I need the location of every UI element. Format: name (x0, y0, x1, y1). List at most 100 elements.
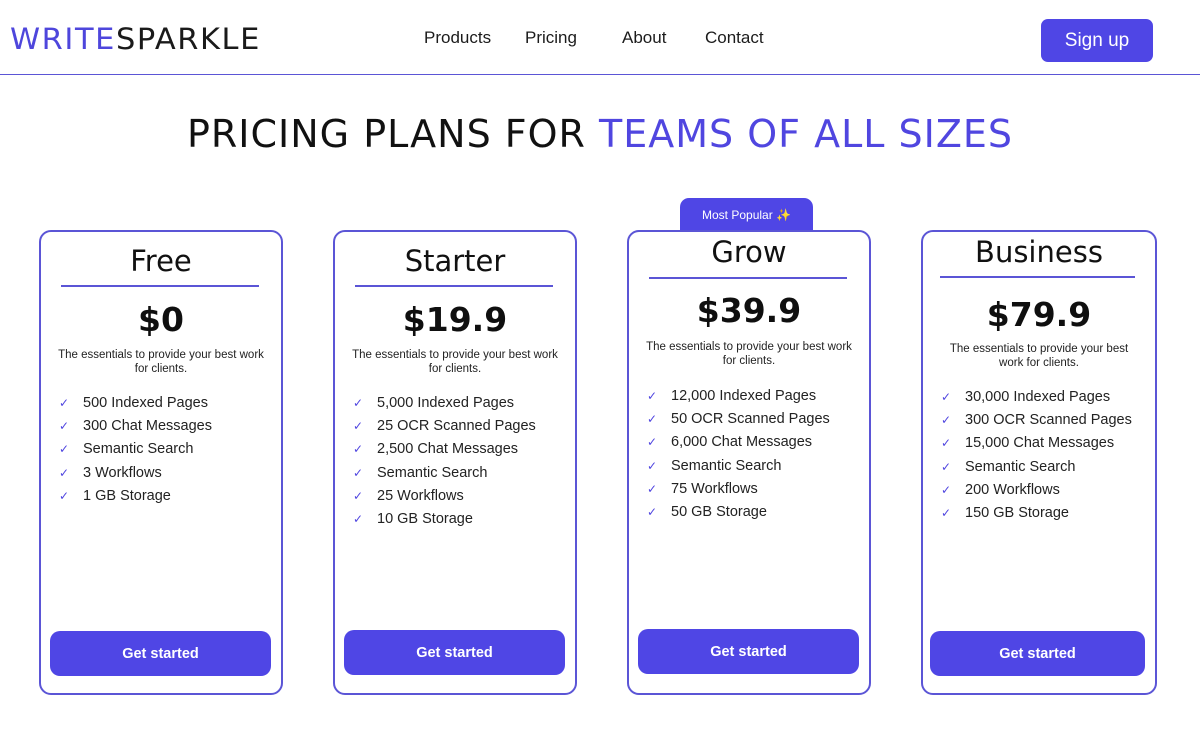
feature-item: ✓ 300 Chat Messages (59, 414, 271, 437)
check-icon: ✓ (647, 505, 658, 520)
feature-list: ✓ 30,000 Indexed Pages ✓ 300 OCR Scanned P… (941, 385, 1145, 525)
feature-item: ✓ 15,000 Chat Messages (941, 432, 1145, 455)
feature-label: 25 Workflows (377, 487, 464, 504)
check-icon: ✓ (59, 418, 70, 433)
check-icon: ✓ (353, 488, 364, 503)
feature-item: ✓ Semantic Search (647, 454, 859, 477)
get-started-button[interactable]: Get started (930, 631, 1145, 676)
get-started-button[interactable]: Get started (50, 631, 271, 676)
plan-card-free: Free $0 The essentials to provide your b… (39, 230, 283, 695)
nav-about[interactable]: About (622, 28, 666, 48)
page-title-part2: TEAMS OF ALL SIZES (599, 112, 1013, 156)
nav-products[interactable]: Products (424, 28, 491, 48)
check-icon: ✓ (941, 412, 952, 427)
check-icon: ✓ (59, 442, 70, 457)
feature-label: 10 GB Storage (377, 511, 473, 528)
feature-item: ✓ 6,000 Chat Messages (647, 431, 859, 454)
feature-label: 50 GB Storage (671, 504, 767, 521)
feature-item: ✓ 200 Workflows (941, 478, 1145, 501)
feature-item: ✓ 2,500 Chat Messages (353, 438, 565, 461)
plan-divider (649, 277, 847, 279)
feature-list: ✓ 12,000 Indexed Pages ✓ 50 OCR Scanned Pa… (647, 384, 859, 524)
feature-label: 12,000 Indexed Pages (671, 387, 817, 404)
check-icon: ✓ (941, 436, 952, 451)
feature-item: ✓ 150 GB Storage (941, 501, 1145, 524)
check-icon: ✓ (941, 459, 952, 474)
feature-item: ✓ 25 Workflows (353, 484, 565, 507)
feature-item: ✓ Semantic Search (941, 455, 1145, 478)
feature-label: Semantic Search (83, 441, 194, 458)
check-icon: ✓ (647, 411, 658, 426)
site-header: WRITESPARKLE Products Pricing About Cont… (0, 0, 1200, 75)
feature-item: ✓ 300 OCR Scanned Pages (941, 408, 1145, 431)
feature-item: ✓ 30,000 Indexed Pages (941, 385, 1145, 408)
feature-item: ✓ 12,000 Indexed Pages (647, 384, 859, 407)
check-icon: ✓ (941, 482, 952, 497)
feature-list: ✓ 5,000 Indexed Pages ✓ 25 OCR Scanned Pag… (353, 391, 565, 531)
feature-label: 25 OCR Scanned Pages (377, 417, 536, 434)
feature-label: Semantic Search (671, 457, 782, 474)
check-icon: ✓ (59, 465, 70, 480)
feature-label: 150 GB Storage (965, 505, 1069, 522)
feature-item: ✓ 500 Indexed Pages (59, 391, 271, 414)
feature-label: 15,000 Chat Messages (965, 435, 1115, 452)
feature-label: Semantic Search (377, 464, 488, 481)
feature-label: 300 OCR Scanned Pages (965, 411, 1132, 428)
feature-label: Semantic Search (965, 458, 1076, 475)
feature-item: ✓ 5,000 Indexed Pages (353, 391, 565, 414)
feature-label: 30,000 Indexed Pages (965, 388, 1111, 405)
check-icon: ✓ (941, 506, 952, 521)
feature-item: ✓ 25 OCR Scanned Pages (353, 414, 565, 437)
check-icon: ✓ (941, 389, 952, 404)
signup-button[interactable]: Sign up (1041, 19, 1153, 62)
plan-description: The essentials to provide your best work… (646, 341, 852, 367)
plan-card-business: Business $79.9 The essentials to provide… (921, 230, 1157, 695)
get-started-button[interactable]: Get started (344, 630, 565, 675)
check-icon: ✓ (59, 395, 70, 410)
page-title: PRICING PLANS FOR TEAMS OF ALL SIZES (0, 112, 1200, 156)
check-icon: ✓ (59, 488, 70, 503)
check-icon: ✓ (353, 395, 364, 410)
check-icon: ✓ (647, 458, 658, 473)
feature-item: ✓ 50 OCR Scanned Pages (647, 407, 859, 430)
feature-item: ✓ 10 GB Storage (353, 507, 565, 530)
feature-label: 6,000 Chat Messages (671, 434, 813, 451)
feature-item: ✓ 75 Workflows (647, 477, 859, 500)
plan-card-starter: Starter $19.9 The essentials to provide … (333, 230, 577, 695)
plan-price: $79.9 (986, 295, 1092, 334)
feature-label: 500 Indexed Pages (83, 394, 208, 411)
check-icon: ✓ (647, 388, 658, 403)
main-nav: Products Pricing About Contact (0, 28, 1200, 50)
feature-label: 200 Workflows (965, 481, 1060, 498)
plan-card-grow: Grow $39.9 The essentials to provide you… (627, 230, 871, 695)
feature-item: ✓ 50 GB Storage (647, 500, 859, 523)
feature-item: ✓ Semantic Search (59, 438, 271, 461)
plan-price: $19.9 (402, 300, 508, 339)
feature-label: 300 Chat Messages (83, 417, 212, 434)
plan-description: The essentials to provide your best work… (58, 349, 264, 375)
check-icon: ✓ (647, 481, 658, 496)
get-started-button[interactable]: Get started (638, 629, 859, 674)
plan-price: $39.9 (696, 291, 802, 330)
most-popular-badge: Most Popular ✨ (680, 198, 813, 232)
nav-pricing[interactable]: Pricing (525, 28, 577, 48)
plan-divider (355, 285, 553, 287)
plan-description: The essentials to provide your best work… (949, 343, 1129, 369)
feature-label: 50 OCR Scanned Pages (671, 410, 830, 427)
nav-contact[interactable]: Contact (705, 28, 764, 48)
plan-name: Starter (404, 244, 506, 278)
check-icon: ✓ (353, 512, 364, 527)
check-icon: ✓ (353, 418, 364, 433)
check-icon: ✓ (647, 435, 658, 450)
page-title-part1: PRICING PLANS FOR (186, 112, 600, 156)
feature-label: 75 Workflows (671, 480, 758, 497)
feature-label: 3 Workflows (83, 464, 162, 481)
feature-list: ✓ 500 Indexed Pages ✓ 300 Chat Messages ✓ S… (59, 391, 271, 507)
plan-divider (61, 285, 259, 287)
plan-name: Grow (711, 235, 787, 269)
check-icon: ✓ (353, 465, 364, 480)
plan-description: The essentials to provide your best work… (352, 349, 558, 375)
feature-label: 2,500 Chat Messages (377, 441, 519, 458)
plan-price: $0 (138, 300, 184, 339)
plan-divider (940, 276, 1135, 278)
